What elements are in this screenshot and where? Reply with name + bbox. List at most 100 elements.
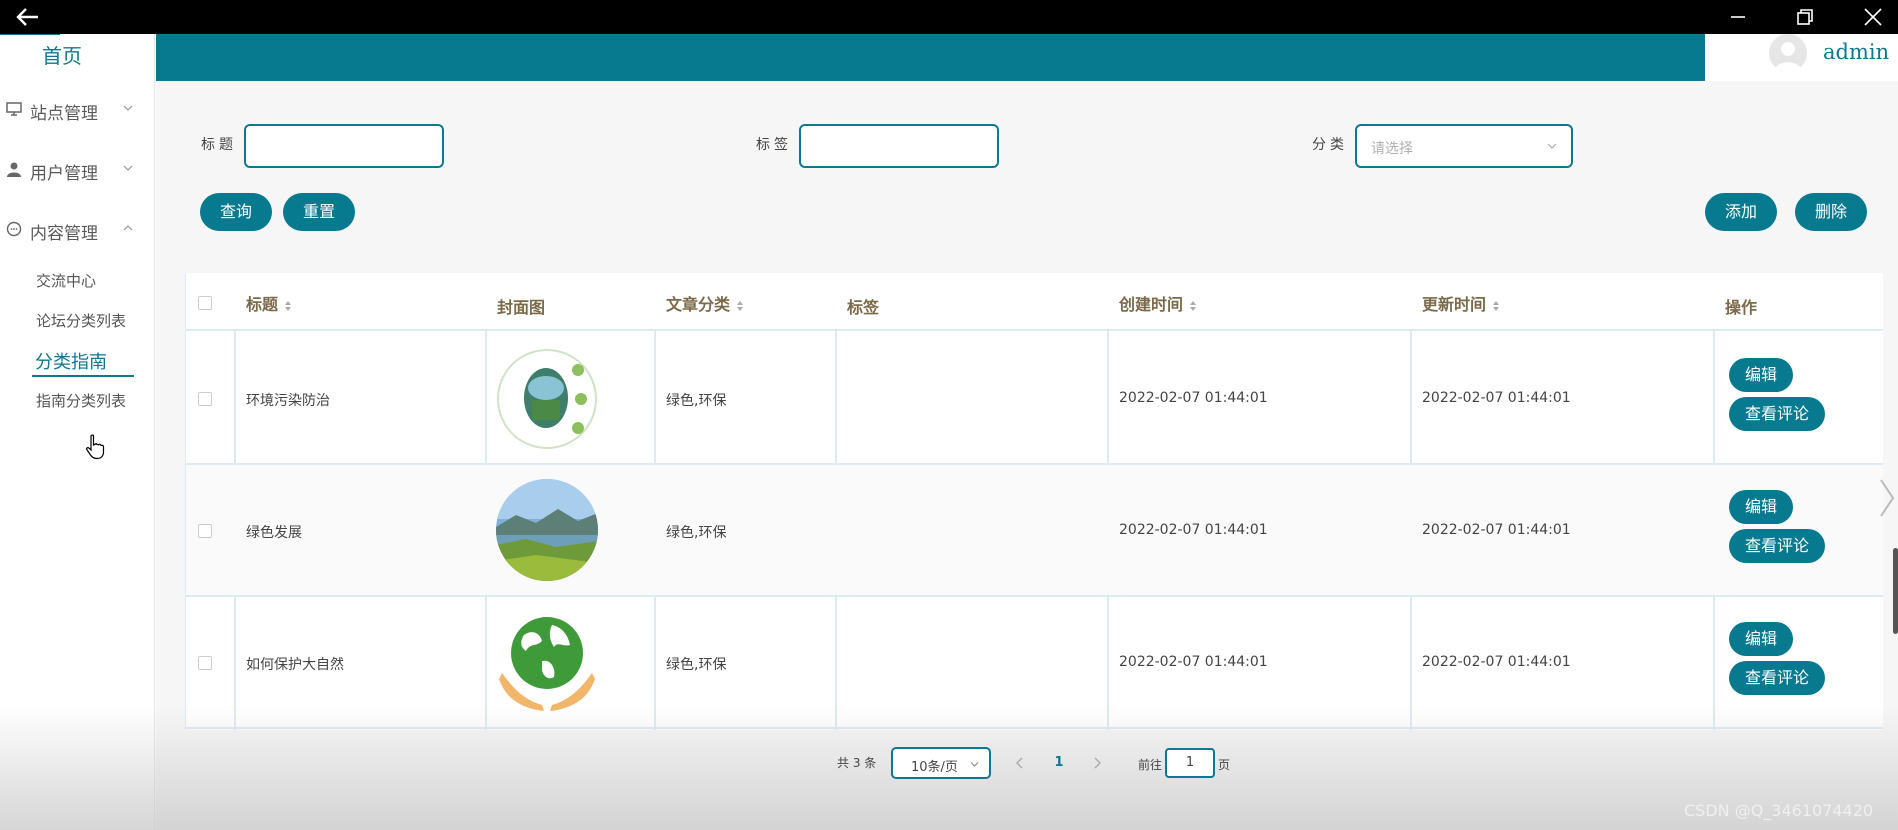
column-header-cover: 封面图 <box>497 298 546 317</box>
cover-image <box>496 479 598 581</box>
sidebar-item-category-guide[interactable]: 分类指南 <box>35 348 107 374</box>
sidebar-item-exchange-center[interactable]: 交流中心 <box>36 270 96 291</box>
row-checkbox[interactable] <box>198 524 212 538</box>
table-header: 标题 封面图 文章分类 标签 创建时间 更新时间 操作 <box>186 273 1883 331</box>
row-checkbox[interactable] <box>198 656 212 670</box>
table-row: 绿色发展 绿色,环保 2022-02-07 01:44:01 2022-02-0… <box>186 465 1883 597</box>
row-updated-time: 2022-02-07 01:44:01 <box>1422 390 1571 406</box>
row-category: 绿色,环保 <box>666 393 727 409</box>
row-created-time: 2022-02-07 01:44:01 <box>1119 654 1268 670</box>
column-header-title[interactable]: 标题 <box>246 291 292 315</box>
category-select-placeholder: 请选择 <box>1371 141 1413 157</box>
sidebar-group-user-management[interactable]: 用户管理 <box>0 154 155 184</box>
sidebar-group-label: 用户管理 <box>30 164 98 184</box>
page-size-select[interactable]: 10条/页 <box>891 747 991 779</box>
column-header-actions: 操作 <box>1725 298 1758 317</box>
column-header-updated[interactable]: 更新时间 <box>1422 291 1500 315</box>
minimize-icon[interactable] <box>1725 4 1751 30</box>
reset-button[interactable]: 重置 <box>283 193 355 231</box>
prev-page-icon[interactable] <box>1010 750 1030 776</box>
active-item-underline <box>32 375 134 377</box>
pagination-total: 共 3 条 <box>837 756 877 770</box>
page-unit-label: 页 <box>1218 758 1231 772</box>
column-header-label: 更新时间 <box>1422 295 1487 314</box>
chevron-down-icon <box>970 762 979 767</box>
sidebar-group-site-management[interactable]: 站点管理 <box>0 94 155 124</box>
landscape-cover-icon <box>496 479 598 581</box>
view-comments-button[interactable]: 查看评论 <box>1729 661 1825 695</box>
sidebar-item-guide-category-list[interactable]: 指南分类列表 <box>36 390 126 411</box>
sidebar-group-label: 站点管理 <box>30 104 98 124</box>
category-filter-label: 分类 <box>1312 137 1348 153</box>
scrollbar-handle[interactable] <box>1893 548 1898 634</box>
edit-button[interactable]: 编辑 <box>1729 490 1793 524</box>
current-page[interactable]: 1 <box>1045 750 1073 776</box>
title-filter-label: 标题 <box>201 137 237 153</box>
monitor-icon <box>6 102 22 116</box>
column-header-label: 标题 <box>246 295 279 314</box>
next-page-icon[interactable] <box>1087 750 1107 776</box>
row-created-time: 2022-02-07 01:44:01 <box>1119 522 1268 538</box>
user-avatar-icon <box>1774 42 1802 72</box>
sidebar-item-home[interactable]: 首页 <box>42 40 82 69</box>
add-button[interactable]: 添加 <box>1705 193 1777 231</box>
watermark: CSDN @Q_3461074420 <box>1684 801 1874 820</box>
home-underline <box>0 34 60 35</box>
tag-filter-label: 标签 <box>756 137 792 153</box>
query-button[interactable]: 查询 <box>200 193 272 231</box>
row-title: 环境污染防治 <box>246 393 330 409</box>
page-size-value: 10条/页 <box>911 760 958 775</box>
globe-hands-icon <box>498 617 596 711</box>
table-row: 环境污染防治 绿色,环保 2022-02-07 01:44:01 2022-02… <box>186 333 1883 465</box>
sort-icon[interactable] <box>284 300 292 312</box>
row-title: 如何保护大自然 <box>246 657 344 673</box>
row-updated-time: 2022-02-07 01:44:01 <box>1422 654 1571 670</box>
sort-icon[interactable] <box>1189 300 1197 312</box>
chevron-up-icon <box>123 225 133 231</box>
cover-image <box>496 611 598 713</box>
column-header-category[interactable]: 文章分类 <box>666 291 744 315</box>
cover-image <box>496 348 598 450</box>
tag-input[interactable] <box>799 124 999 168</box>
category-select[interactable]: 请选择 <box>1355 124 1573 168</box>
sidebar-group-label: 内容管理 <box>30 224 98 244</box>
edit-button[interactable]: 编辑 <box>1729 622 1793 656</box>
column-header-label: 文章分类 <box>666 295 731 314</box>
view-comments-button[interactable]: 查看评论 <box>1729 397 1825 431</box>
back-arrow-icon[interactable] <box>14 5 40 29</box>
row-updated-time: 2022-02-07 01:44:01 <box>1422 522 1571 538</box>
delete-button[interactable]: 删除 <box>1795 193 1867 231</box>
sidebar-group-content-management[interactable]: 内容管理 <box>0 214 155 244</box>
row-title: 绿色发展 <box>246 525 302 541</box>
select-all-checkbox[interactable] <box>198 296 212 310</box>
top-header-bar <box>156 34 1898 81</box>
close-icon[interactable] <box>1860 4 1886 30</box>
goto-page-input[interactable]: 1 <box>1165 748 1215 778</box>
chevron-right-icon[interactable] <box>1877 476 1897 520</box>
chat-icon <box>6 221 22 237</box>
window-title-bar <box>0 0 1898 34</box>
environment-cover-icon <box>497 349 597 449</box>
restore-icon[interactable] <box>1792 4 1818 30</box>
data-table: 标题 封面图 文章分类 标签 创建时间 更新时间 操作 环境污染防治 绿色,环保… <box>185 273 1883 730</box>
title-input[interactable] <box>244 124 444 168</box>
view-comments-button[interactable]: 查看评论 <box>1729 529 1825 563</box>
avatar[interactable] <box>1769 34 1807 72</box>
hand-cursor-icon <box>86 434 105 460</box>
sort-icon[interactable] <box>736 300 744 312</box>
chevron-down-icon <box>123 105 133 111</box>
row-checkbox[interactable] <box>198 392 212 406</box>
column-header-label: 创建时间 <box>1119 295 1184 314</box>
sort-icon[interactable] <box>1492 300 1500 312</box>
table-row: 如何保护大自然 绿色,环保 2022-02-07 01:44:01 2022-0… <box>186 597 1883 729</box>
column-header-tag: 标签 <box>847 298 880 317</box>
edit-button[interactable]: 编辑 <box>1729 358 1793 392</box>
username[interactable]: admin <box>1823 40 1889 64</box>
row-category: 绿色,环保 <box>666 525 727 541</box>
row-category: 绿色,环保 <box>666 657 727 673</box>
column-header-created[interactable]: 创建时间 <box>1119 291 1197 315</box>
user-icon <box>7 162 21 177</box>
sidebar: 首页 站点管理 用户管理 内容管理 交流中心 论坛分类列表 分类指南 指南分类列… <box>0 34 155 830</box>
chevron-down-icon <box>1547 143 1557 149</box>
sidebar-item-forum-category-list[interactable]: 论坛分类列表 <box>36 310 126 331</box>
